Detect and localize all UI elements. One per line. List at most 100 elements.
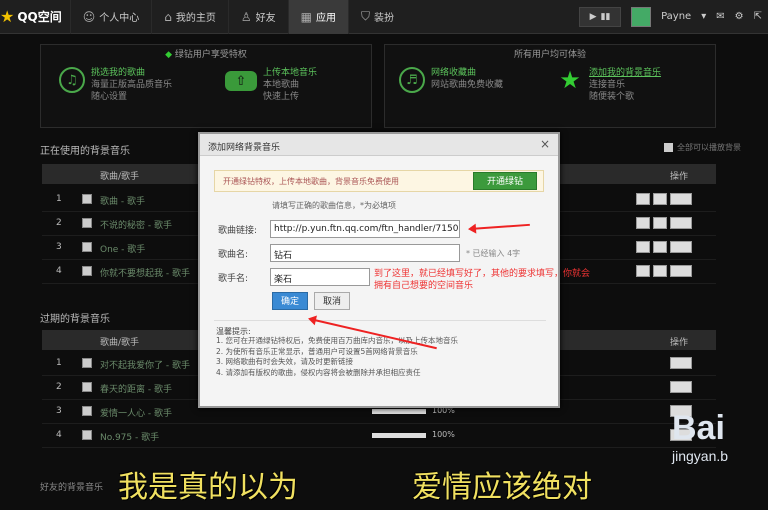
- baidu-watermark: Bai jingyan.b: [672, 410, 728, 464]
- close-icon[interactable]: ×: [540, 137, 550, 151]
- star-add-icon: ★: [559, 66, 581, 94]
- song-title[interactable]: 对不起我爱你了 - 歌手: [100, 358, 190, 371]
- tip-item: 4. 请添加有版权的歌曲，侵权内容将会被删除并承担相应责任: [216, 367, 421, 377]
- net-collection-item[interactable]: ♬ 网络收藏曲 网站歌曲免费收藏: [399, 67, 503, 93]
- logo-text: QQ空间: [17, 10, 62, 24]
- settings-icon[interactable]: ⚙: [735, 11, 744, 22]
- share-icon[interactable]: ⇱: [754, 11, 762, 22]
- music-player-button[interactable]: ▶ ▮▮: [579, 6, 622, 27]
- nav-label: 我的主页: [175, 13, 216, 24]
- promo-item-title[interactable]: 添加我的背景音乐: [589, 67, 661, 79]
- dialog-header: 添加网络背景音乐 ×: [200, 134, 558, 156]
- song-name-field[interactable]: 钻石: [270, 244, 460, 262]
- play-icon[interactable]: [653, 193, 667, 205]
- row-number: 3: [56, 242, 62, 252]
- row-checkbox[interactable]: [82, 242, 92, 252]
- row-checkbox[interactable]: [82, 406, 92, 416]
- divider: [214, 320, 546, 321]
- progress-percent: 100%: [432, 430, 455, 439]
- promo-item-line: 随便装个歌: [589, 92, 635, 102]
- cloud-upload-icon: ⇧: [225, 71, 257, 91]
- promo-item-line: 连接音乐: [589, 80, 626, 90]
- nav-label: 装扮: [374, 13, 395, 24]
- qzone-logo[interactable]: ★ QQ空间: [0, 7, 70, 26]
- pick-songs-item[interactable]: ♫ 挑选我的歌曲 海量正版高品质音乐 随心设置: [59, 67, 172, 103]
- play-icon[interactable]: [653, 265, 667, 277]
- table-row[interactable]: 4 No.975 - 歌手 100%: [42, 424, 716, 448]
- delete-button[interactable]: [670, 381, 692, 393]
- row-checkbox[interactable]: [82, 358, 92, 368]
- expired-bg-music-title: 过期的背景音乐: [40, 314, 110, 325]
- col-song-header: 歌曲/歌手: [100, 338, 140, 348]
- equalizer-icon: ▮▮: [600, 11, 611, 22]
- checkbox[interactable]: [664, 143, 673, 152]
- song-title[interactable]: 爱情一人心 - 歌手: [100, 406, 172, 419]
- promo-title: 所有用户均可体验: [513, 50, 586, 60]
- nav-personal-center[interactable]: ☺ 个人中心: [69, 0, 152, 34]
- row-checkbox[interactable]: [82, 218, 92, 228]
- promo-item-title[interactable]: 网络收藏曲: [431, 67, 503, 79]
- song-title[interactable]: One - 歌手: [100, 242, 145, 255]
- row-checkbox[interactable]: [82, 266, 92, 276]
- song-url-field[interactable]: http://p.yun.ftn.qq.com/ftn_handler/7150: [270, 220, 460, 238]
- nav-decorate[interactable]: ⛉ 装扮: [348, 0, 406, 34]
- edit-icon[interactable]: [636, 265, 650, 277]
- singer-field[interactable]: 楽石: [270, 268, 370, 286]
- delete-button[interactable]: [670, 265, 692, 277]
- mail-icon[interactable]: ✉: [716, 11, 724, 22]
- open-green-diamond-button[interactable]: 开通绿钻: [473, 172, 537, 190]
- delete-button[interactable]: [670, 357, 692, 369]
- row-number: 1: [56, 358, 62, 368]
- song-title[interactable]: No.975 - 歌手: [100, 430, 159, 443]
- url-label: 歌曲链接:: [218, 226, 258, 236]
- play-icon[interactable]: [653, 217, 667, 229]
- nav-apps[interactable]: ▦ 应用: [287, 0, 348, 34]
- delete-button[interactable]: [670, 217, 692, 229]
- promo-item-title[interactable]: 挑选我的歌曲: [91, 67, 172, 79]
- video-subtitle-left: 我是真的以为: [118, 470, 298, 505]
- promo-item-title[interactable]: 上传本地音乐: [263, 67, 317, 79]
- row-number: 1: [56, 194, 62, 204]
- green-diamond-notice: 开通绿钻特权，上传本地歌曲，背景音乐免费使用 开通绿钻: [214, 170, 544, 192]
- song-title[interactable]: 你就不要想起我 - 歌手: [100, 266, 190, 279]
- nav-my-homepage[interactable]: ⌂ 我的主页: [151, 0, 228, 34]
- diamond-icon: ◆: [165, 50, 173, 60]
- confirm-button[interactable]: 确定: [272, 292, 308, 310]
- play-icon[interactable]: [653, 241, 667, 253]
- apps-icon: ▦: [300, 9, 312, 24]
- friends-bg-music-title: 好友的背景音乐: [40, 483, 104, 493]
- edit-icon[interactable]: [636, 193, 650, 205]
- song-title[interactable]: 歌曲 - 歌手: [100, 194, 145, 207]
- row-number: 4: [56, 430, 62, 440]
- play-all-toggle[interactable]: 全部可以播放背景: [664, 142, 741, 153]
- upload-local-item[interactable]: ⇧ 上传本地音乐 本地歌曲 快速上传: [225, 67, 317, 103]
- delete-button[interactable]: [670, 193, 692, 205]
- song-title[interactable]: 不说的秘密 - 歌手: [100, 218, 172, 231]
- cancel-button[interactable]: 取消: [314, 292, 350, 310]
- row-checkbox[interactable]: [82, 382, 92, 392]
- all-users-promo: 所有用户均可体验 ♬ 网络收藏曲 网站歌曲免费收藏 ★ 添加我的背景音乐 连接音…: [384, 44, 716, 128]
- col-ops-header: 操作: [669, 338, 688, 348]
- delete-button[interactable]: [670, 241, 692, 253]
- chevron-down-icon[interactable]: ▾: [701, 11, 706, 22]
- username[interactable]: Payne: [661, 11, 691, 22]
- add-bg-music-item[interactable]: ★ 添加我的背景音乐 连接音乐 随便装个歌: [557, 66, 661, 103]
- nav-friends[interactable]: ♙ 好友: [227, 0, 288, 34]
- video-subtitle-right: 爱情应该绝对: [412, 470, 592, 505]
- green-diamond-promo: ◆ 绿钻用户享受特权 ♫ 挑选我的歌曲 海量正版高品质音乐 随心设置 ⇧ 上传本…: [40, 44, 372, 128]
- song-name-label: 歌曲名:: [218, 250, 249, 260]
- song-title[interactable]: 春天的距离 - 歌手: [100, 382, 172, 395]
- form-hint: 请填写正确的歌曲信息，*为必填项: [272, 201, 396, 210]
- nav-label: 好友: [255, 13, 276, 24]
- tip-item: 2. 为使所有音乐正常显示，普通用户可设置5首网络背景音乐: [216, 346, 418, 356]
- notice-text: 开通绿钻特权，上传本地歌曲，背景音乐免费使用: [223, 177, 399, 186]
- row-checkbox[interactable]: [82, 194, 92, 204]
- edit-icon[interactable]: [636, 241, 650, 253]
- row-checkbox[interactable]: [82, 430, 92, 440]
- avatar[interactable]: [631, 6, 652, 27]
- row-number: 2: [56, 382, 62, 392]
- top-navbar: ★ QQ空间 ☺ 个人中心 ⌂ 我的主页 ♙ 好友 ▦ 应用 ⛉ 装扮 ▶ ▮▮…: [0, 0, 768, 34]
- home-icon: ⌂: [164, 9, 172, 24]
- shield-icon: ⛉: [361, 9, 371, 23]
- edit-icon[interactable]: [636, 217, 650, 229]
